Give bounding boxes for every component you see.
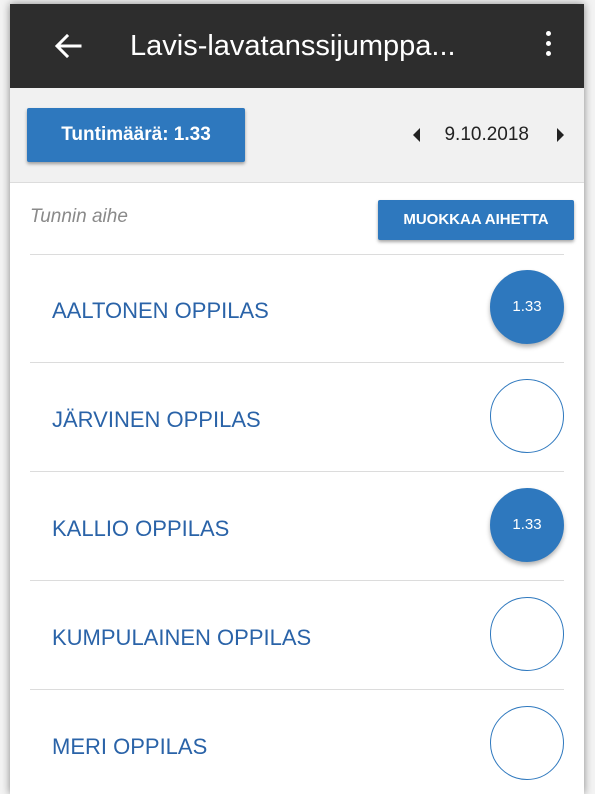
- hours-circle[interactable]: [490, 597, 564, 671]
- hours-circle[interactable]: [490, 379, 564, 453]
- hours-circle[interactable]: 1.33: [490, 488, 564, 562]
- caret-right-icon[interactable]: [557, 128, 564, 142]
- student-row[interactable]: KUMPULAINEN OPPILAS: [30, 581, 564, 690]
- app-window: Lavis-lavatanssijumppa... Tuntimäärä: 1.…: [10, 4, 584, 794]
- student-name: KALLIO OPPILAS: [52, 516, 230, 541]
- student-row[interactable]: JÄRVINEN OPPILAS: [30, 363, 564, 472]
- more-vertical-icon[interactable]: [536, 26, 560, 66]
- more-dot: [545, 51, 551, 56]
- more-dot: [545, 31, 551, 36]
- student-row[interactable]: MERI OPPILAS: [30, 690, 564, 794]
- topic-placeholder[interactable]: Tunnin aihe: [30, 206, 128, 228]
- app-bar: Lavis-lavatanssijumppa...: [10, 4, 584, 88]
- back-arrow-svg: [54, 33, 82, 59]
- student-name: MERI OPPILAS: [52, 734, 208, 759]
- back-arrow-icon[interactable]: [50, 28, 86, 64]
- edit-topic-button[interactable]: MUOKKAA AIHETTA: [378, 200, 574, 240]
- student-row[interactable]: KALLIO OPPILAS 1.33: [30, 472, 564, 581]
- page-title: Lavis-lavatanssijumppa...: [130, 30, 456, 62]
- date-navigator: 9.10.2018: [413, 116, 564, 154]
- student-name: KUMPULAINEN OPPILAS: [52, 625, 312, 650]
- hours-button[interactable]: Tuntimäärä: 1.33: [27, 108, 245, 162]
- topic-row: Tunnin aihe MUOKKAA AIHETTA: [30, 182, 574, 255]
- lesson-toolbar: Tuntimäärä: 1.33 9.10.2018: [10, 88, 584, 183]
- student-name: JÄRVINEN OPPILAS: [52, 407, 261, 432]
- hours-circle[interactable]: 1.33: [490, 270, 564, 344]
- date-label: 9.10.2018: [444, 124, 529, 145]
- student-list: AALTONEN OPPILAS 1.33 JÄRVINEN OPPILAS K…: [30, 254, 564, 794]
- more-dot: [545, 41, 551, 46]
- student-name: AALTONEN OPPILAS: [52, 298, 269, 323]
- caret-left-icon[interactable]: [413, 128, 421, 142]
- hours-circle[interactable]: [490, 706, 564, 780]
- student-row[interactable]: AALTONEN OPPILAS 1.33: [30, 254, 564, 363]
